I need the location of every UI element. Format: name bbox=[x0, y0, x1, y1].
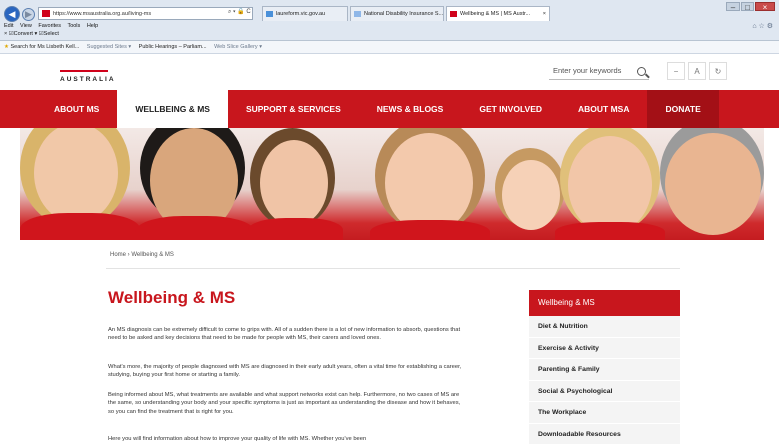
tab-label: Wellbeing & MS | MS Austr... bbox=[460, 11, 531, 17]
web-page: AUSTRALIA Enter your keywords − A ↻ ABOU… bbox=[0, 54, 779, 448]
close-window-button[interactable]: × bbox=[755, 2, 775, 12]
nav-news-blogs[interactable]: NEWS & BLOGS bbox=[359, 90, 462, 128]
nav-wellbeing-ms[interactable]: WELLBEING & MS bbox=[117, 90, 228, 128]
tab-label: National Disability Insurance S... bbox=[364, 11, 444, 17]
tab-favicon-icon bbox=[266, 10, 273, 17]
sidebar-item-social-psychological[interactable]: Social & Psychological bbox=[529, 380, 680, 402]
page-title: Wellbeing & MS bbox=[108, 288, 236, 307]
sidebar-item-downloadable-resources[interactable]: Downloadable Resources bbox=[529, 423, 680, 445]
sidebar-item-diet-nutrition[interactable]: Diet & Nutrition bbox=[529, 316, 680, 338]
nav-donate[interactable]: DONATE bbox=[647, 90, 719, 128]
nav-get-involved[interactable]: GET INVOLVED bbox=[461, 90, 560, 128]
address-tools[interactable]: ⌕ ▾ 🔒 C bbox=[228, 8, 251, 16]
minimize-button[interactable]: – bbox=[726, 2, 740, 12]
favorites-bar: ★ Search for Ms Lisbeth Kell... Suggeste… bbox=[0, 41, 779, 54]
toolbar-icons[interactable]: ⌂ ☆ ⚙ bbox=[752, 22, 773, 30]
nav-about-msa[interactable]: ABOUT MSA bbox=[560, 90, 647, 128]
nav-about-ms[interactable]: ABOUT MS bbox=[36, 90, 117, 128]
favorites-star-icon: ★ bbox=[4, 44, 9, 50]
divider bbox=[106, 268, 680, 269]
body-paragraph: What's more, the majority of people diag… bbox=[108, 364, 462, 379]
sidebar-heading[interactable]: Wellbeing & MS bbox=[529, 290, 680, 316]
back-arrow-icon: ◀ bbox=[8, 8, 16, 19]
menu-favorites[interactable]: Favorites bbox=[38, 23, 61, 29]
search-input[interactable]: Enter your keywords bbox=[549, 62, 649, 80]
address-url: https://www.msaustralia.org.au/living-ms bbox=[53, 11, 152, 17]
command-bar[interactable]: × ☑Convert ▾ ☑Select bbox=[4, 31, 59, 37]
favorite-link[interactable]: Search for Ms Lisbeth Kell... bbox=[10, 44, 79, 50]
reset-button[interactable]: ↻ bbox=[709, 62, 727, 80]
body-paragraph: Here you will find information about how… bbox=[108, 436, 367, 442]
logo-mark bbox=[60, 70, 108, 72]
menu-bar: Edit View Favorites Tools Help bbox=[4, 23, 103, 29]
main-navigation: ABOUT MS WELLBEING & MS SUPPORT & SERVIC… bbox=[0, 90, 779, 128]
back-button[interactable]: ◀ bbox=[4, 6, 20, 22]
sidebar-item-parenting-family[interactable]: Parenting & Family bbox=[529, 359, 680, 381]
menu-edit[interactable]: Edit bbox=[4, 23, 13, 29]
tab-wellbeing-ms[interactable]: Wellbeing & MS | MS Austr... × bbox=[446, 6, 550, 21]
tab-label: laureform.vic.gov.au bbox=[276, 11, 326, 17]
menu-view[interactable]: View bbox=[20, 23, 32, 29]
tab-ndis[interactable]: National Disability Insurance S... bbox=[350, 6, 444, 21]
menu-help[interactable]: Help bbox=[87, 23, 98, 29]
sidebar-item-exercise-activity[interactable]: Exercise & Activity bbox=[529, 337, 680, 359]
decrease-text-button[interactable]: − bbox=[667, 62, 685, 80]
text-size-button[interactable]: A bbox=[688, 62, 706, 80]
window-controls: – □ × bbox=[726, 2, 775, 12]
tab-laureform[interactable]: laureform.vic.gov.au bbox=[262, 6, 348, 21]
forward-button[interactable]: ▶ bbox=[22, 8, 35, 21]
site-favicon-icon bbox=[42, 10, 50, 18]
tab-favicon-icon bbox=[450, 10, 457, 17]
tab-close-icon[interactable]: × bbox=[543, 7, 546, 21]
body-paragraph: An MS diagnosis can be extremely difficu… bbox=[108, 327, 461, 342]
browser-chrome: – □ × ◀ ▶ https://www.msaustralia.org.au… bbox=[0, 0, 779, 41]
favorite-link[interactable]: Public Hearings – Parliam... bbox=[139, 44, 207, 50]
forward-arrow-icon: ▶ bbox=[25, 9, 32, 19]
favorite-link[interactable]: Web Slice Gallery ▾ bbox=[214, 44, 262, 50]
tab-favicon-icon bbox=[354, 10, 361, 17]
site-logo[interactable]: AUSTRALIA bbox=[60, 76, 116, 83]
sidebar-item-workplace[interactable]: The Workplace bbox=[529, 402, 680, 424]
favorite-link[interactable]: Suggested Sites ▾ bbox=[87, 44, 131, 50]
maximize-button[interactable]: □ bbox=[741, 2, 754, 12]
address-bar[interactable]: https://www.msaustralia.org.au/living-ms bbox=[38, 7, 253, 20]
menu-tools[interactable]: Tools bbox=[67, 23, 80, 29]
breadcrumb[interactable]: Home › Wellbeing & MS bbox=[110, 252, 174, 258]
body-paragraph: Being informed about MS, what treatments… bbox=[108, 392, 461, 415]
sidebar-menu: Wellbeing & MS Diet & Nutrition Exercise… bbox=[529, 290, 680, 445]
hero-image bbox=[20, 128, 764, 240]
nav-support-services[interactable]: SUPPORT & SERVICES bbox=[228, 90, 359, 128]
search-icon[interactable] bbox=[637, 67, 646, 76]
